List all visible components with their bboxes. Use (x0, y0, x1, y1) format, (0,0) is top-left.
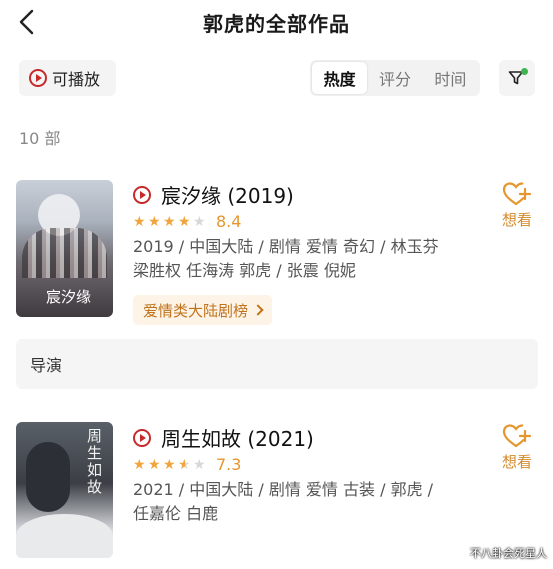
poster-cloud (16, 514, 113, 558)
play-icon (133, 428, 151, 447)
play-icon (29, 69, 47, 87)
movie-score: 8.4 (216, 212, 242, 231)
movie-meta: 2019 / 中国大陆 / 剧情 爱情 奇幻 / 林玉芬 梁胜权 任海涛 郭虎 … (133, 235, 439, 283)
section-director: 导演 (16, 339, 538, 389)
movie-meta-line: 2019 / 中国大陆 / 剧情 爱情 奇幻 / 林玉芬 (133, 237, 439, 256)
movie-title-text: 周生如故 (2021) (161, 427, 314, 451)
movie-title[interactable]: 宸汐缘 (2019) (133, 180, 294, 209)
movie-meta-line: 2021 / 中国大陆 / 剧情 爱情 古装 / 郭虎 / (133, 480, 434, 499)
watermark: 不八卦会死星人 (470, 547, 547, 560)
movie-score: 7.3 (216, 455, 242, 474)
poster-figures (22, 228, 107, 278)
tab-sort-popularity[interactable]: 热度 (312, 62, 368, 94)
star-icon: ★ (193, 213, 206, 230)
star-icon: ★ (133, 213, 146, 230)
filter-active-dot (521, 68, 528, 75)
movie-poster[interactable]: 周生如故 (16, 422, 113, 558)
star-icon: ★ (148, 213, 161, 230)
tab-sort-rating[interactable]: 评分 (367, 62, 422, 94)
movie-rating: ★ ★ ★ ★ ★ 8.4 (133, 212, 241, 231)
filter-button[interactable] (499, 60, 535, 96)
star-icon: ★ (163, 456, 176, 473)
want-to-watch-label: 想看 (501, 211, 532, 229)
playable-filter-label: 可播放 (52, 70, 101, 89)
want-to-watch-button[interactable]: 想看 (496, 181, 538, 230)
movie-title[interactable]: 周生如故 (2021) (133, 423, 314, 452)
page-title: 郭虎的全部作品 (203, 12, 350, 36)
star-icon: ★ (148, 456, 161, 473)
works-count: 10 部 (19, 129, 61, 148)
want-to-watch-button[interactable]: 想看 (496, 423, 538, 472)
poster-title: 宸汐缘 (46, 288, 92, 306)
playable-filter-button[interactable]: 可播放 (19, 60, 116, 96)
want-to-watch-label: 想看 (501, 453, 532, 471)
heart-plus-icon (502, 182, 532, 206)
sort-tabs: 热度 评分 时间 (310, 60, 480, 96)
poster-title: 周生如故 (87, 427, 103, 496)
movie-title-text: 宸汐缘 (2019) (161, 184, 294, 208)
ranking-tag-label: 爱情类大陆剧榜 (143, 301, 249, 320)
movie-meta-line: 梁胜权 任海涛 郭虎 / 张震 倪妮 (133, 261, 356, 280)
movie-meta-line: 任嘉伦 白鹿 (133, 504, 219, 523)
movie-poster[interactable]: 宸汐缘 (16, 180, 113, 317)
tab-sort-time[interactable]: 时间 (423, 62, 478, 94)
play-icon (133, 185, 151, 204)
section-title: 导演 (30, 356, 63, 375)
star-icon: ★ (178, 213, 191, 230)
heart-plus-icon (502, 424, 532, 448)
star-icon: ★ (193, 456, 206, 473)
ranking-tag[interactable]: 爱情类大陆剧榜 (133, 295, 273, 325)
star-icon: ★ (163, 213, 176, 230)
star-icon: ★ (133, 456, 146, 473)
movie-meta: 2021 / 中国大陆 / 剧情 爱情 古装 / 郭虎 / 任嘉伦 白鹿 (133, 478, 433, 526)
poster-figure (26, 442, 70, 512)
chevron-right-icon (252, 304, 264, 316)
movie-rating: ★ ★ ★ ★ ★ 7.3 (133, 455, 241, 474)
star-icon: ★ (178, 456, 191, 473)
